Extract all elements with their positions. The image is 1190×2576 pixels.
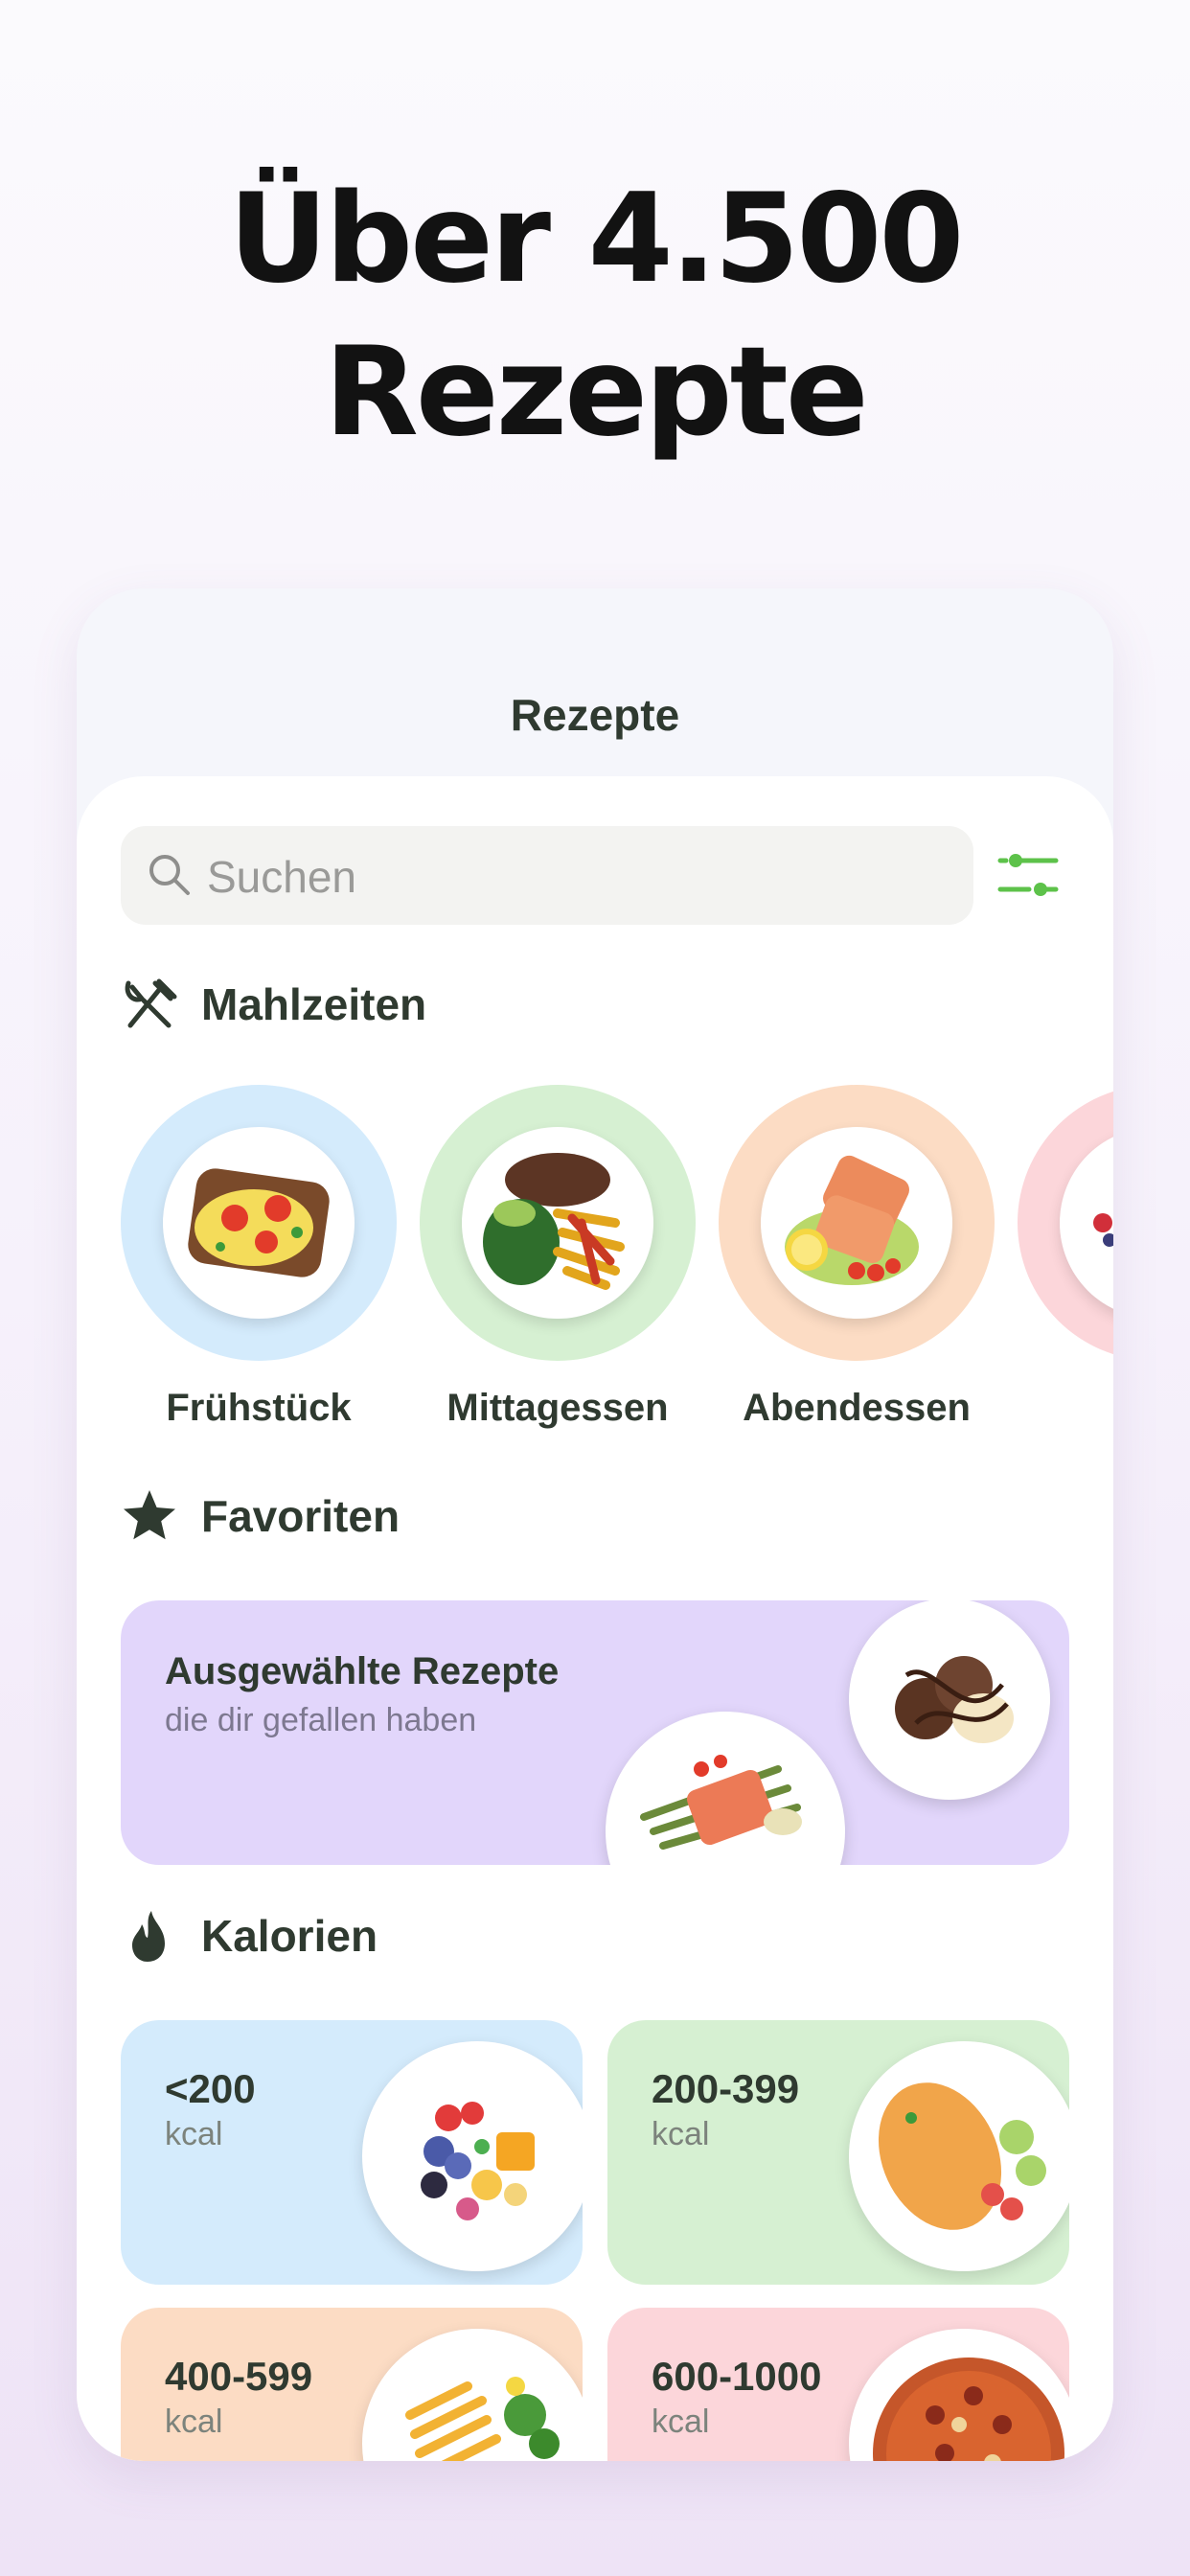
calorie-unit: kcal — [652, 2116, 710, 2152]
headline: Über 4.500 Rezepte — [0, 163, 1190, 470]
search-placeholder: Suchen — [207, 852, 357, 902]
calorie-card-200-399[interactable]: 200-399 kcal — [607, 2020, 1069, 2285]
meal-circle — [121, 1085, 397, 1361]
section-calories-header: Kalorien — [121, 1905, 378, 1966]
calorie-range: 600-1000 — [652, 2354, 822, 2399]
favorites-card[interactable]: Ausgewählte Rezepte die dir gefallen hab… — [121, 1600, 1069, 1865]
pizza-plate-image — [849, 2329, 1069, 2461]
section-favorites-header: Favoriten — [121, 1485, 400, 1547]
search-icon — [149, 855, 190, 895]
meal-circle — [719, 1085, 995, 1361]
salmon-plate-image — [606, 1712, 845, 1865]
meal-category-snack[interactable]: S — [1018, 1085, 1113, 1361]
meal-category-dinner[interactable]: Abendessen — [719, 1085, 995, 1429]
snack-plate-image — [1060, 1127, 1113, 1319]
calorie-range: 200-399 — [652, 2066, 800, 2111]
breakfast-plate-image — [163, 1127, 355, 1319]
favorites-card-title: Ausgewählte Rezepte — [165, 1650, 560, 1692]
calorie-range: 400-599 — [165, 2354, 313, 2399]
dinner-plate-image — [761, 1127, 952, 1319]
flame-icon — [132, 1911, 165, 1962]
omelette-plate-image — [849, 2041, 1069, 2271]
meal-category-breakfast[interactable]: Frühstück — [121, 1085, 397, 1429]
calorie-card-400-599[interactable]: 400-599 kcal — [121, 2308, 583, 2461]
meal-circle — [420, 1085, 696, 1361]
sliders-icon[interactable] — [996, 847, 1060, 905]
section-meals-header: Mahlzeiten — [121, 974, 426, 1035]
fries-plate-image — [362, 2329, 583, 2461]
headline-line-1: Über 4.500 — [228, 168, 965, 310]
fork-knife-icon — [125, 978, 177, 1028]
calorie-unit: kcal — [652, 2404, 710, 2440]
meal-label: S — [979, 1387, 1113, 1430]
phone-screen: Rezepte Suchen Mahlzeiten Frühstück Mitt… — [77, 588, 1113, 2461]
favorites-card-subtitle: die dir gefallen haben — [165, 1702, 477, 1738]
meal-category-lunch[interactable]: Mittagessen — [420, 1085, 696, 1429]
section-meals-label: Mahlzeiten — [201, 979, 427, 1029]
calorie-unit: kcal — [165, 2116, 223, 2152]
screen-title: Rezepte — [510, 690, 680, 740]
content-sheet: Suchen Mahlzeiten Frühstück Mittagessen … — [77, 776, 1113, 2461]
lunch-plate-image — [462, 1127, 653, 1319]
section-favorites-label: Favoriten — [201, 1491, 400, 1541]
meal-circle — [1018, 1085, 1113, 1361]
headline-line-2: Rezepte — [324, 321, 868, 464]
calorie-range: <200 — [165, 2066, 256, 2111]
calorie-card-600-1000[interactable]: 600-1000 kcal — [607, 2308, 1069, 2461]
dessert-plate-image — [849, 1600, 1050, 1800]
star-icon — [124, 1490, 175, 1540]
section-calories-label: Kalorien — [201, 1911, 378, 1961]
search-bar[interactable]: Suchen — [121, 826, 973, 925]
fruit-plate-image — [362, 2041, 583, 2271]
calorie-unit: kcal — [165, 2404, 223, 2440]
calorie-card-under-200[interactable]: <200 kcal — [121, 2020, 583, 2285]
